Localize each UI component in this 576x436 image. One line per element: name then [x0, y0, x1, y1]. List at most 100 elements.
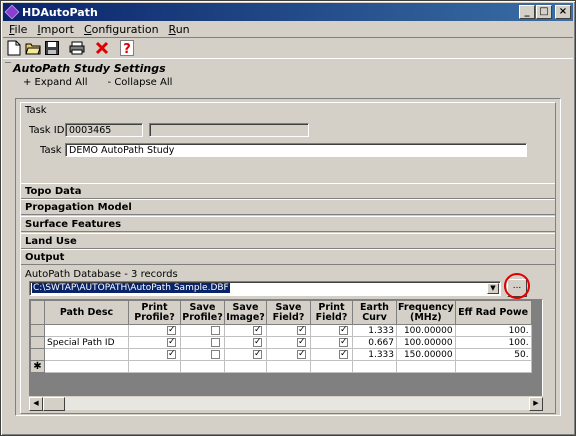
print-field-checkbox[interactable]: ✓	[339, 325, 348, 335]
open-folder-icon[interactable]	[24, 39, 42, 57]
new-record-row[interactable]: ✱	[30, 360, 532, 373]
new-row-cell[interactable]	[352, 360, 397, 373]
menu-run[interactable]: Run	[163, 23, 194, 36]
new-row-icon[interactable]: ✱	[30, 360, 45, 373]
save-image-checkbox[interactable]: ✓	[253, 325, 262, 335]
print-field-cell: ✓	[310, 348, 353, 361]
close-button[interactable]: ×	[555, 5, 571, 19]
earth-curv-cell[interactable]: 1.333	[352, 324, 397, 337]
settings-panel: Task Task ID: 0003465 Task DEMO AutoPath…	[15, 98, 561, 416]
title-bar[interactable]: HDAutoPath _ □ ×	[3, 3, 573, 21]
table-row[interactable]: ✓ ✓ ✓ ✓ 1.333 100.00000 100.	[30, 324, 532, 337]
col-save-profile[interactable]: Save Profile?	[180, 300, 225, 325]
save-field-checkbox[interactable]: ✓	[297, 337, 306, 347]
col-earth-curv[interactable]: Earth Curv	[352, 300, 397, 325]
database-path-combo[interactable]: C:\SWTAP\AUTOPATH\AutoPath Sample.DBF ▼	[29, 281, 501, 296]
database-path-value: C:\SWTAP\AUTOPATH\AutoPath Sample.DBF	[32, 283, 230, 293]
eff-rad-power-cell[interactable]: 50.	[454, 348, 532, 361]
save-image-checkbox[interactable]: ✓	[253, 337, 262, 347]
print-field-checkbox[interactable]: ✓	[339, 349, 348, 359]
scroll-left-icon[interactable]: ◀	[29, 397, 43, 411]
section-topo-data[interactable]: Topo Data	[21, 183, 555, 199]
chevron-down-icon[interactable]: ▼	[487, 283, 499, 294]
task-name-input[interactable]: DEMO AutoPath Study	[65, 143, 527, 157]
collapse-all-link[interactable]: - Collapse All	[108, 77, 173, 88]
frequency-cell[interactable]: 100.00000	[396, 336, 456, 349]
help-icon[interactable]: ?	[118, 39, 136, 57]
table-row[interactable]: ✓ ✓ ✓ ✓ 1.333 150.00000 50.	[30, 348, 532, 361]
earth-curv-cell[interactable]: 0.667	[352, 336, 397, 349]
menu-import[interactable]: Import	[31, 23, 78, 36]
new-row-cell[interactable]	[266, 360, 311, 373]
col-save-field[interactable]: Save Field?	[266, 300, 311, 325]
col-eff-rad-power[interactable]: Eff Rad Powe	[454, 300, 532, 325]
save-profile-checkbox[interactable]	[211, 337, 220, 347]
task-group-title: Task	[25, 105, 47, 116]
horizontal-scrollbar[interactable]: ◀ ▶	[29, 396, 543, 411]
row-selector[interactable]	[30, 336, 45, 349]
save-profile-checkbox[interactable]	[211, 349, 220, 359]
new-row-cell[interactable]	[44, 360, 129, 373]
row-selector[interactable]	[30, 348, 45, 361]
section-propagation-model[interactable]: Propagation Model	[21, 199, 555, 215]
row-selector[interactable]	[30, 324, 45, 337]
minimize-button[interactable]: _	[519, 5, 535, 19]
path-desc-cell[interactable]	[44, 348, 129, 361]
frequency-cell[interactable]: 100.00000	[396, 324, 456, 337]
print-field-checkbox[interactable]: ✓	[339, 337, 348, 347]
records-grid[interactable]: Path Desc Print Profile? Save Profile? S…	[29, 299, 543, 410]
col-print-profile[interactable]: Print Profile?	[128, 300, 181, 325]
new-row-cell[interactable]	[454, 360, 532, 373]
new-row-cell[interactable]	[396, 360, 456, 373]
task-id-label: Task ID:	[29, 125, 68, 136]
save-field-checkbox[interactable]: ✓	[297, 325, 306, 335]
database-title: AutoPath Database - 3 records	[25, 269, 178, 280]
save-image-cell: ✓	[224, 336, 267, 349]
database-group: AutoPath Database - 3 records C:\SWTAP\A…	[23, 269, 553, 413]
eff-rad-power-cell[interactable]: 100.	[454, 324, 532, 337]
path-desc-cell[interactable]: Special Path ID	[44, 336, 129, 349]
save-image-cell: ✓	[224, 348, 267, 361]
task-name-label: Task	[40, 145, 62, 156]
section-surface-features[interactable]: Surface Features	[21, 216, 555, 232]
scroll-thumb[interactable]	[43, 397, 65, 411]
col-frequency[interactable]: Frequency (MHz)	[396, 300, 456, 325]
new-row-cell[interactable]	[310, 360, 353, 373]
col-print-field[interactable]: Print Field?	[310, 300, 353, 325]
section-output[interactable]: Output	[21, 249, 555, 265]
path-desc-cell[interactable]	[44, 324, 129, 337]
earth-curv-cell[interactable]: 1.333	[352, 348, 397, 361]
col-path-desc[interactable]: Path Desc	[44, 300, 129, 325]
save-image-checkbox[interactable]: ✓	[253, 349, 262, 359]
highlight-circle	[504, 273, 530, 299]
print-icon[interactable]	[68, 39, 86, 57]
maximize-button[interactable]: □	[536, 5, 552, 19]
task-id-extra-field	[149, 123, 309, 137]
menu-configuration[interactable]: Configuration	[78, 23, 163, 36]
menu-file[interactable]: File	[3, 23, 31, 36]
save-icon[interactable]	[43, 39, 61, 57]
col-save-image[interactable]: Save Image?	[224, 300, 267, 325]
new-row-cell[interactable]	[180, 360, 225, 373]
section-land-use[interactable]: Land Use	[21, 233, 555, 249]
new-file-icon[interactable]	[5, 39, 23, 57]
expand-all-link[interactable]: + Expand All	[23, 77, 88, 88]
frequency-cell[interactable]: 150.00000	[396, 348, 456, 361]
save-field-checkbox[interactable]: ✓	[297, 349, 306, 359]
delete-icon[interactable]	[93, 39, 111, 57]
toolbar: ?	[3, 37, 573, 59]
save-profile-checkbox[interactable]	[211, 325, 220, 335]
print-profile-cell: ✓	[128, 336, 181, 349]
print-profile-checkbox[interactable]: ✓	[167, 325, 176, 335]
new-row-cell[interactable]	[224, 360, 267, 373]
eff-rad-power-cell[interactable]: 100.	[454, 336, 532, 349]
scroll-right-icon[interactable]: ▶	[529, 397, 543, 411]
settings-divider	[5, 62, 11, 63]
print-field-cell: ✓	[310, 324, 353, 337]
print-profile-checkbox[interactable]: ✓	[167, 337, 176, 347]
svg-text:?: ?	[123, 42, 131, 56]
print-profile-checkbox[interactable]: ✓	[167, 349, 176, 359]
app-icon	[4, 4, 20, 20]
new-row-cell[interactable]	[128, 360, 181, 373]
table-row[interactable]: Special Path ID ✓ ✓ ✓ ✓ 0.667 100.00000 100.	[30, 336, 532, 349]
